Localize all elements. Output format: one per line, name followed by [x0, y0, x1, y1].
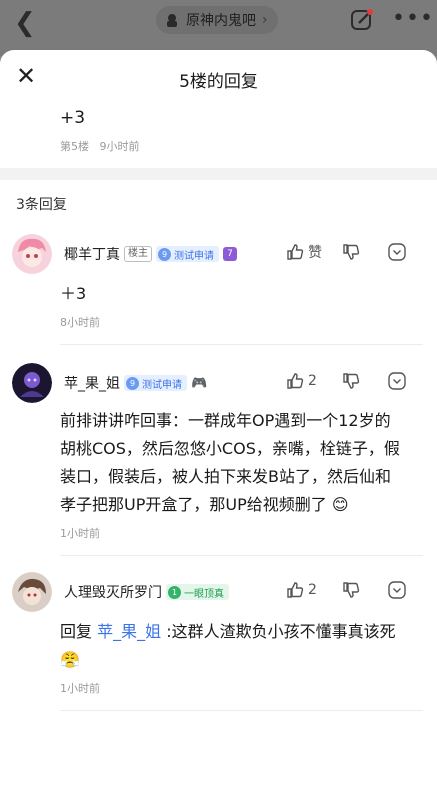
like-count: 2 — [308, 582, 317, 598]
reply-item: 椰羊丁真 楼主 9 测试申请 7 赞 ＋3 8小时前 — [0, 234, 437, 345]
floor-label: 第5楼 — [60, 140, 89, 153]
thumbs-down-icon — [343, 373, 360, 389]
chevron-down-box-icon — [388, 243, 406, 261]
level-badge: 1 一眼顶真 — [166, 584, 229, 600]
badge-text: 测试申请 — [174, 250, 214, 262]
avatar[interactable] — [12, 363, 52, 403]
level-number: 9 — [126, 376, 139, 390]
like-label: 赞 — [308, 245, 322, 261]
more-options-button[interactable] — [387, 371, 409, 391]
reply-time: 1小时前 — [60, 527, 100, 540]
dislike-button[interactable] — [341, 580, 387, 600]
divider — [60, 710, 423, 711]
more-options-button[interactable] — [387, 580, 409, 600]
dislike-button[interactable] — [341, 242, 387, 262]
reply-body: 前排讲讲咋回事：一群成年OP遇到一个12岁的胡桃COS，然后忽悠小COS，亲嘴，… — [60, 407, 405, 519]
divider — [60, 555, 423, 556]
reply-time: 8小时前 — [60, 316, 100, 329]
badge-text: 测试申请 — [142, 379, 182, 391]
like-button[interactable]: 2 — [285, 371, 341, 391]
gamepad-icon: 🎮 — [191, 375, 208, 391]
reply-to-user-link[interactable]: 苹_果_姐 — [97, 622, 161, 641]
sheet-title: 5楼的回复 — [179, 72, 258, 92]
chevron-down-box-icon — [388, 372, 406, 390]
reply-count: 3条回复 — [16, 197, 67, 213]
reply-item: 人理毁灭所罗门 1 一眼顶真 2 回复 苹_果_姐:这群人渣欺负小孩不懂事真该… — [0, 572, 437, 711]
username[interactable]: 苹_果_姐 — [64, 373, 120, 393]
thumbs-up-icon — [287, 582, 304, 598]
forum-name: 原神内鬼吧 — [186, 13, 256, 29]
original-text: +3 — [60, 108, 86, 128]
reply-actions: 2 — [285, 371, 409, 391]
username[interactable]: 椰羊丁真 — [64, 244, 120, 264]
level-badge: 9 测试申请 — [156, 246, 219, 262]
edit-icon[interactable] — [350, 8, 374, 32]
username-row: 人理毁灭所罗门 1 一眼顶真 — [64, 582, 229, 602]
avatar[interactable] — [12, 234, 52, 274]
thumbs-down-icon — [343, 244, 360, 260]
more-icon[interactable]: ••• — [392, 6, 434, 31]
original-meta: 第5楼 9小时前 — [60, 138, 437, 154]
username[interactable]: 人理毁灭所罗门 — [64, 582, 162, 602]
thumbs-up-icon — [287, 373, 304, 389]
forum-chip[interactable]: 原神内鬼吧 › — [156, 6, 278, 34]
sheet-header: ✕ 5楼的回复 — [0, 50, 437, 106]
reply-text: 前排讲讲咋回事：一群成年OP遇到一个12岁的胡桃COS，然后忽悠小COS，亲嘴，… — [60, 411, 400, 514]
level-badge: 9 测试申请 — [124, 375, 187, 391]
member-level-icon: 7 — [223, 247, 237, 261]
reply-text: ＋3 — [60, 284, 87, 303]
reply-sheet: ✕ 5楼的回复 +3 第5楼 9小时前 3条回复 椰羊丁真 楼主 9 测试申请 … — [0, 50, 437, 800]
angry-emoji: 😤 — [60, 650, 80, 669]
level-number: 1 — [168, 585, 181, 599]
reply-prefix: 回复 — [60, 622, 93, 641]
section-divider — [0, 168, 437, 180]
back-icon[interactable]: ❮ — [14, 8, 36, 38]
like-button[interactable]: 赞 — [285, 242, 341, 262]
forum-logo-icon — [167, 14, 177, 27]
badge-text: 一眼顶真 — [184, 588, 224, 600]
reply-item: 苹_果_姐 9 测试申请 🎮 2 前排讲讲咋回事：一群成年OP遇到一个12岁的胡… — [0, 363, 437, 556]
original-post: +3 第5楼 9小时前 — [0, 108, 437, 154]
reply-actions: 2 — [285, 580, 409, 600]
like-count: 2 — [308, 373, 317, 389]
chevron-down-box-icon — [388, 581, 406, 599]
divider — [60, 344, 423, 345]
username-row: 苹_果_姐 9 测试申请 🎮 — [64, 373, 207, 393]
smile-emoji: 😊 — [331, 495, 349, 514]
reply-actions: 赞 — [285, 242, 409, 262]
original-time: 9小时前 — [99, 140, 140, 153]
like-button[interactable]: 2 — [285, 580, 341, 600]
chevron-right-icon: › — [262, 12, 268, 28]
reply-text: :这群人渣欺负小孩不懂事真该死 — [166, 622, 396, 641]
thumbs-down-icon — [343, 582, 360, 598]
more-options-button[interactable] — [387, 242, 409, 262]
thumbs-up-icon — [287, 244, 304, 260]
top-bar: ❮ 原神内鬼吧 › ••• — [0, 0, 437, 56]
username-row: 椰羊丁真 楼主 9 测试申请 7 — [64, 244, 237, 264]
reply-time: 1小时前 — [60, 682, 100, 695]
avatar[interactable] — [12, 572, 52, 612]
host-tag: 楼主 — [124, 246, 152, 262]
reply-body: 回复 苹_果_姐 :这群人渣欺负小孩不懂事真该死 😤 — [60, 618, 405, 674]
dislike-button[interactable] — [341, 371, 387, 391]
level-number: 9 — [158, 247, 171, 261]
